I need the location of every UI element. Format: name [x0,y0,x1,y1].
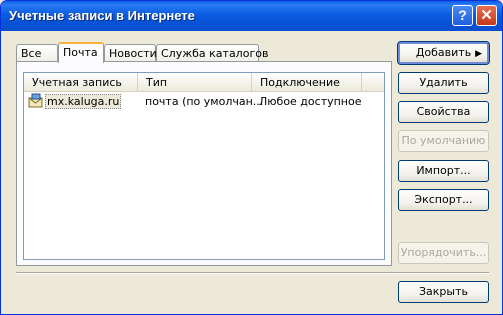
list-header: Учетная запись Тип Подключение [24,73,384,92]
account-type: почта (по умолчан... [145,95,264,108]
mail-account-icon [28,93,43,108]
tab-all[interactable]: Все [16,44,58,61]
set-order-button[interactable]: Упорядочить... [398,242,489,264]
accounts-list[interactable]: Учетная запись Тип Подключение mx.kaluga… [23,72,385,260]
tab-news[interactable]: Новости [104,44,157,61]
column-header-connection[interactable]: Подключение [252,73,362,91]
help-button[interactable]: ? [452,5,473,26]
close-window-button[interactable]: ✕ [476,5,497,26]
account-connection: Любое доступное [259,95,362,108]
list-item[interactable]: mx.kaluga.ru почта (по умолчан... Любое … [24,93,384,110]
account-name: mx.kaluga.ru [45,94,122,109]
close-button[interactable]: Закрыть [398,281,489,303]
separator [16,272,489,274]
accounts-dialog: Учетные записи в Интернете ? ✕ Все Почта… [0,0,503,315]
submenu-arrow-icon: ▶ [475,49,482,59]
properties-button[interactable]: Свойства [398,101,489,123]
window-title: Учетные записи в Интернете [9,8,195,23]
tab-directory-service[interactable]: Служба каталогов [156,44,268,61]
column-header-account[interactable]: Учетная запись [24,73,138,91]
export-button[interactable]: Экспорт... [398,189,489,211]
tab-mail[interactable]: Почта [58,42,104,63]
add-button-label: Добавить [415,46,472,59]
set-default-button[interactable]: По умолчанию [398,130,489,152]
add-button[interactable]: Добавить ▶ [397,41,490,65]
remove-button[interactable]: Удалить [398,72,489,94]
title-bar[interactable]: Учетные записи в Интернете ? ✕ [1,1,502,31]
import-button[interactable]: Импорт... [398,160,489,182]
column-header-type[interactable]: Тип [138,73,252,91]
